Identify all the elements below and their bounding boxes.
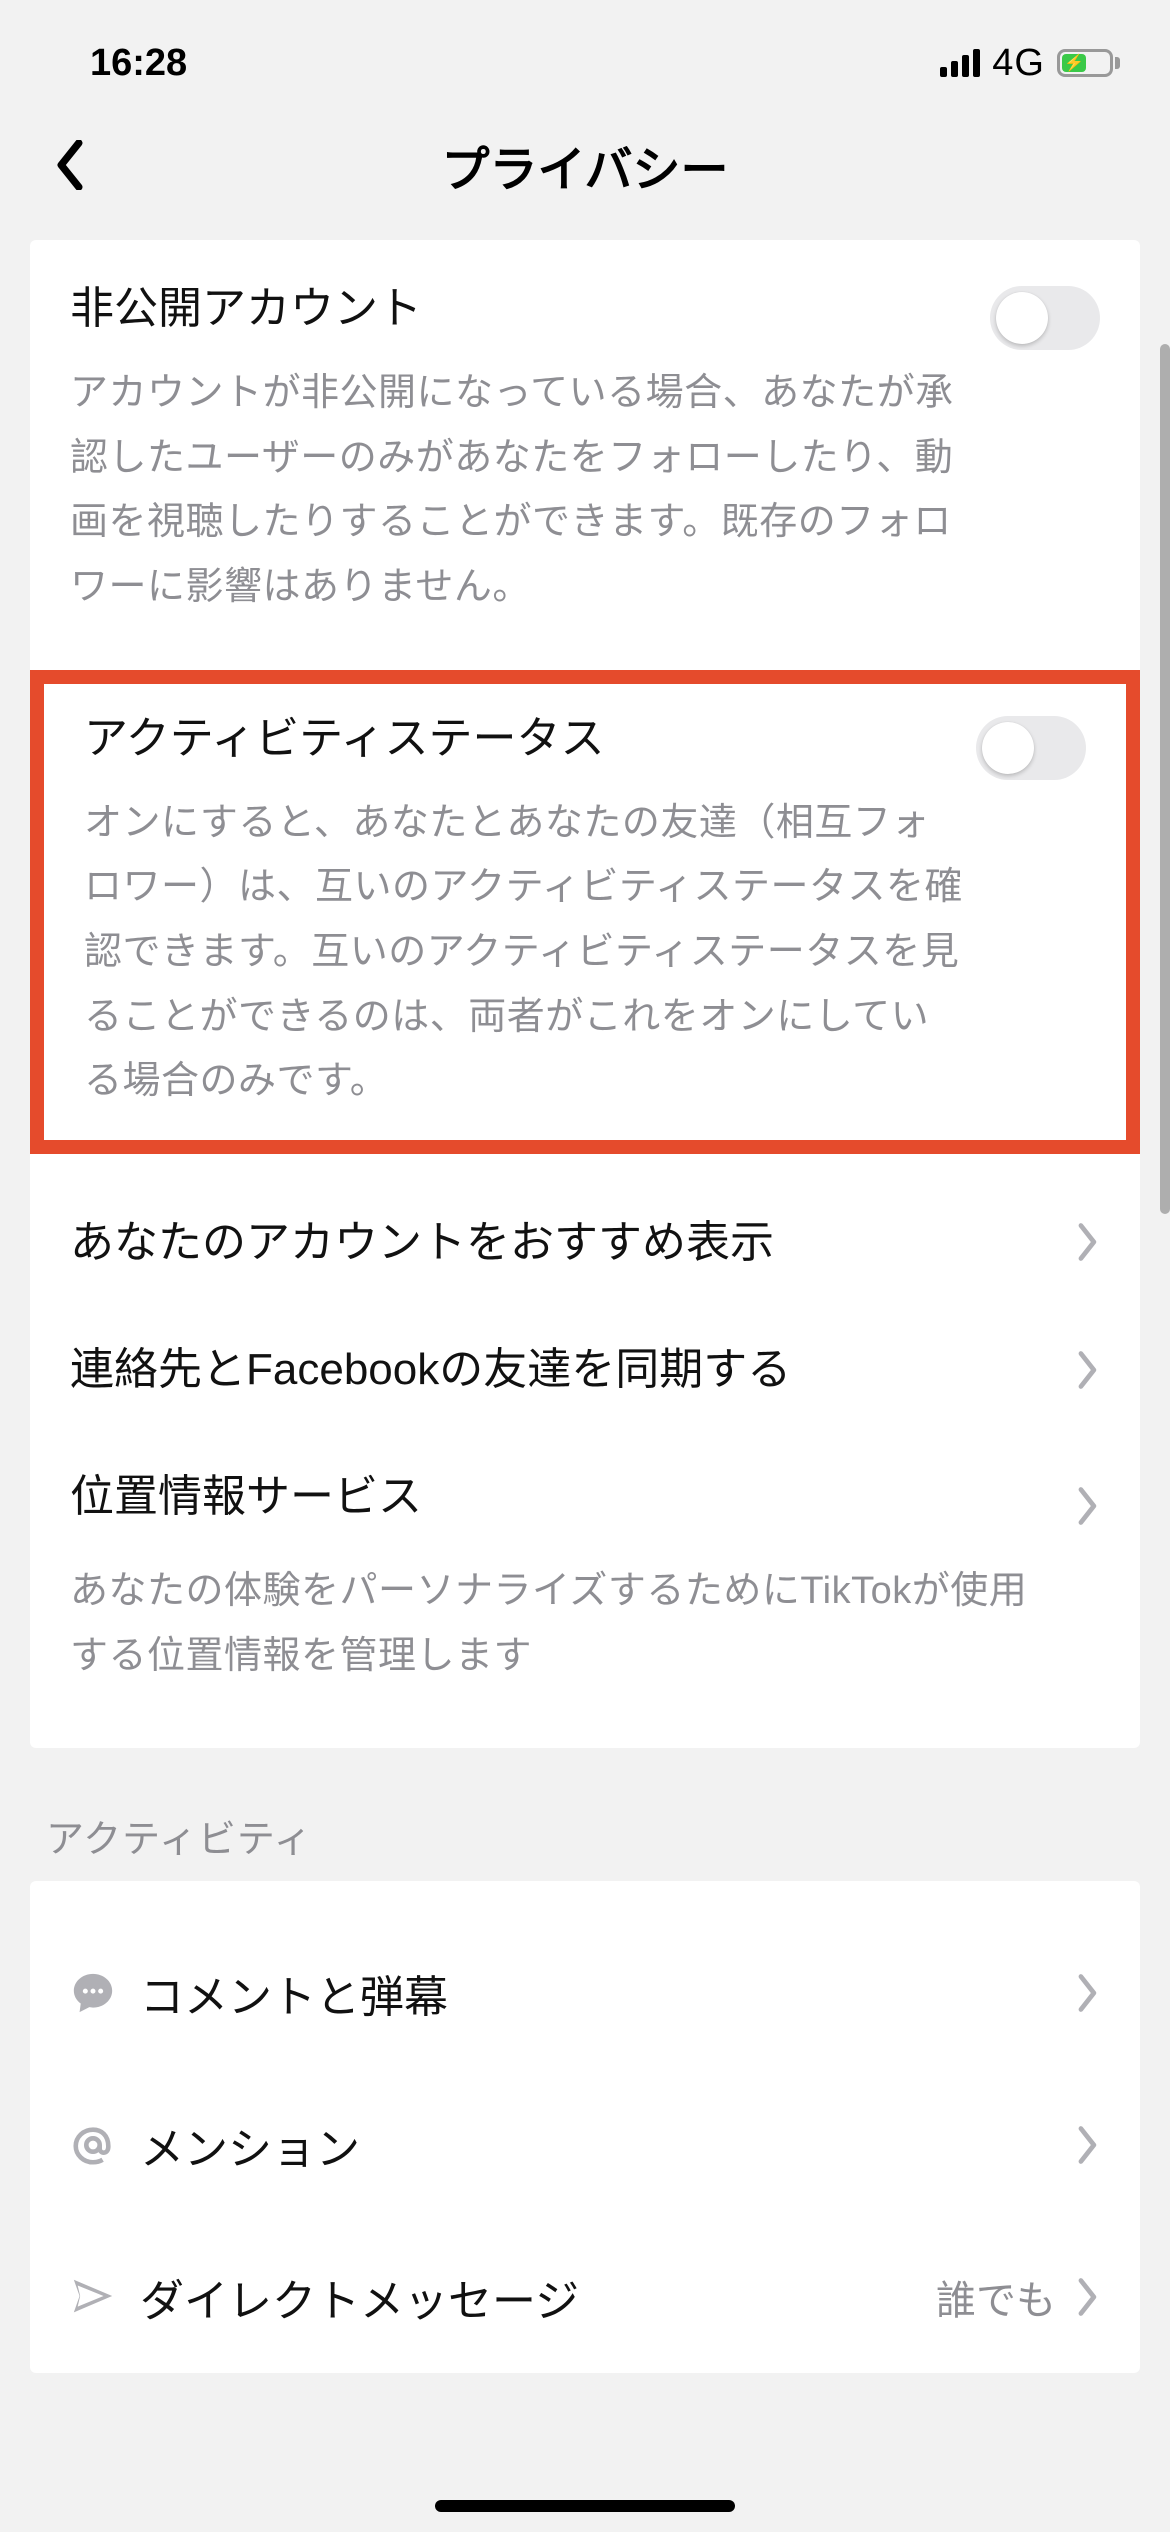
send-icon: [70, 2274, 140, 2320]
activity-status-desc: オンにすると、あなたとあなたの友達（相互フォロワー）は、互いのアクティビティステ…: [84, 791, 966, 1114]
location-desc: あなたの体験をパーソナライズするためにTikTokが使用する位置情報を管理します: [70, 1559, 1040, 1688]
chevron-right-icon: [1076, 2277, 1100, 2317]
discoverability-card: 非公開アカウント アカウントが非公開になっている場合、あなたが承認したユーザーの…: [30, 240, 1140, 1748]
location-row[interactable]: 位置情報サービス あなたの体験をパーソナライズするためにTikTokが使用する位…: [70, 1458, 1100, 1688]
suggest-account-label: あなたのアカウントをおすすめ表示: [70, 1204, 1040, 1281]
battery-icon: ⚡: [1057, 49, 1120, 77]
mentions-label: メンション: [140, 2113, 1076, 2177]
private-account-desc: アカウントが非公開になっている場合、あなたが承認したユーザーのみがあなたをフォロ…: [70, 361, 980, 619]
activity-status-label: アクティビティステータス: [84, 710, 966, 767]
chevron-left-icon: [54, 140, 86, 190]
back-button[interactable]: [40, 135, 100, 195]
activity-status-toggle[interactable]: [976, 716, 1086, 780]
location-label: 位置情報サービス: [70, 1458, 1040, 1535]
dm-label: ダイレクトメッセージ: [140, 2265, 936, 2329]
status-time: 16:28: [90, 42, 187, 85]
chevron-right-icon: [1076, 2125, 1100, 2165]
home-indicator[interactable]: [435, 2500, 735, 2512]
nav-bar: プライバシー: [0, 100, 1170, 230]
chevron-right-icon: [1076, 1350, 1100, 1390]
toggle-knob: [982, 722, 1034, 774]
chevron-right-icon: [1076, 1973, 1100, 2013]
network-label: 4G: [992, 42, 1045, 85]
private-account-toggle[interactable]: [990, 286, 1100, 350]
at-icon: [70, 2122, 140, 2168]
signal-icon: [940, 49, 980, 77]
sync-contacts-row[interactable]: 連絡先とFacebookの友達を同期する: [70, 1331, 1100, 1408]
dm-value: 誰でも: [936, 2268, 1056, 2326]
chevron-right-icon: [1076, 1486, 1100, 1526]
toggle-knob: [996, 292, 1048, 344]
status-right: 4G ⚡: [940, 42, 1120, 85]
scroll-bar[interactable]: [1160, 344, 1170, 1214]
mentions-row[interactable]: メンション: [70, 2069, 1100, 2221]
activity-status-highlight: アクティビティステータス オンにすると、あなたとあなたの友達（相互フォロワー）は…: [30, 670, 1140, 1154]
activity-status-row: アクティビティステータス オンにすると、あなたとあなたの友達（相互フォロワー）は…: [84, 710, 1086, 1114]
comment-icon: [70, 1970, 140, 2016]
page-title: プライバシー: [0, 130, 1170, 200]
sync-contacts-label: 連絡先とFacebookの友達を同期する: [70, 1331, 1040, 1408]
private-account-row: 非公開アカウント アカウントが非公開になっている場合、あなたが承認したユーザーの…: [70, 280, 1100, 620]
activity-section-header: アクティビティ: [30, 1748, 1140, 1881]
suggest-account-row[interactable]: あなたのアカウントをおすすめ表示: [70, 1204, 1100, 1281]
content: 非公開アカウント アカウントが非公開になっている場合、あなたが承認したユーザーの…: [0, 240, 1170, 2532]
private-account-label: 非公開アカウント: [70, 280, 980, 337]
comments-row[interactable]: コメントと弾幕: [70, 1917, 1100, 2069]
activity-card: コメントと弾幕 メンション ダイレクトメッセージ 誰でも: [30, 1881, 1140, 2373]
chevron-right-icon: [1076, 1222, 1100, 1262]
status-bar: 16:28 4G ⚡: [0, 0, 1170, 100]
dm-row[interactable]: ダイレクトメッセージ 誰でも: [70, 2221, 1100, 2373]
comments-label: コメントと弾幕: [140, 1961, 1076, 2025]
